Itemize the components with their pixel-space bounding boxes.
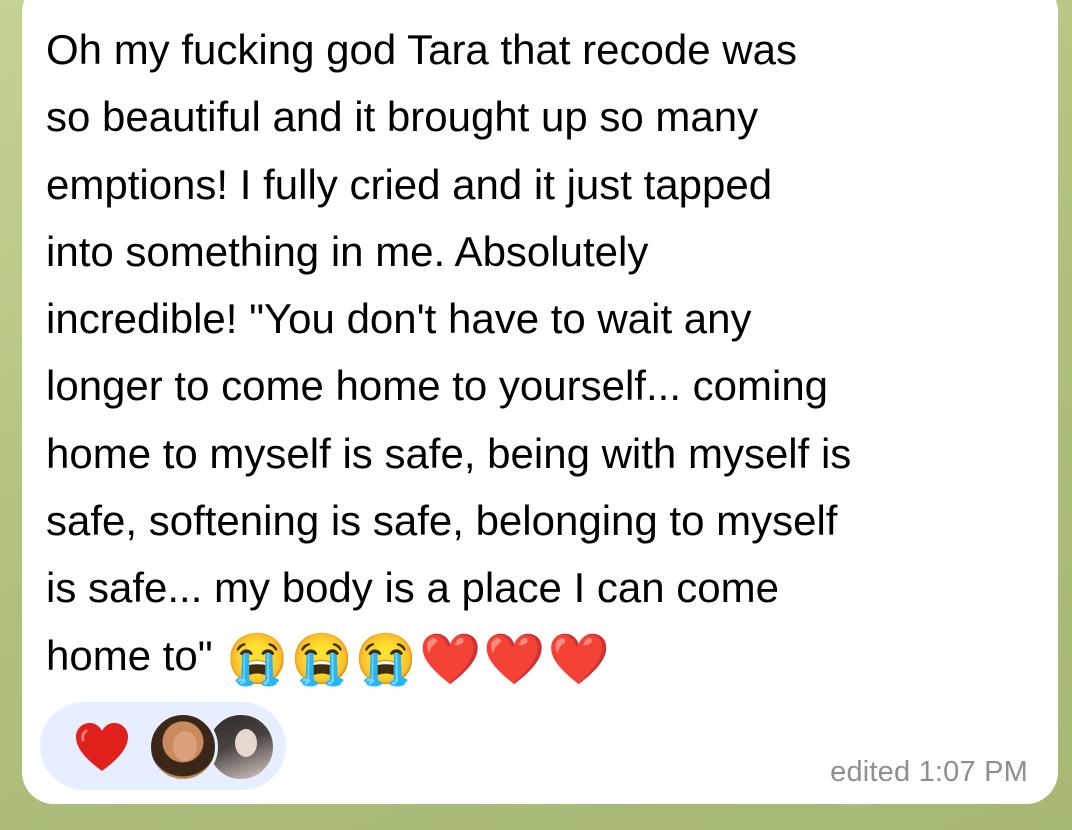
message-line: safe, softening is safe, belonging to my… (46, 497, 838, 545)
crying-face-emoji: 😭 (354, 630, 418, 687)
message-line: is safe... my body is a place I can come (46, 564, 779, 612)
message-line: into something in me. Absolutely (46, 227, 649, 275)
message-line: emptions! I fully cried and it just tapp… (46, 160, 773, 208)
message-line: Oh my fucking god Tara that recode was (46, 26, 797, 73)
red-heart-emoji: ❤️ (483, 630, 546, 687)
avatar-user-1[interactable] (148, 712, 218, 782)
message-bubble[interactable]: Oh my fucking god Tara that recode was s… (22, 0, 1058, 804)
message-line: longer to come home to yourself... comin… (46, 362, 829, 410)
message-timestamp: edited 1:07 PM (830, 756, 1028, 788)
crying-face-emoji: 😭 (290, 630, 353, 687)
reaction-pill[interactable] (40, 702, 286, 790)
message-text: Oh my fucking god Tara that recode was s… (46, 16, 1041, 689)
message-line-last: home to" (46, 631, 225, 679)
red-heart-emoji: ❤️ (547, 630, 610, 687)
red-heart-icon (76, 723, 128, 771)
avatar-face (235, 729, 257, 757)
crying-face-emoji: 😭 (226, 630, 289, 687)
message-line: home to myself is safe, being with mysel… (46, 429, 852, 477)
red-heart-emoji: ❤️ (419, 630, 482, 687)
avatar-face (173, 731, 197, 761)
message-line: so beautiful and it brought up so many (46, 93, 759, 141)
message-line: incredible! "You don't have to wait any (46, 295, 752, 343)
